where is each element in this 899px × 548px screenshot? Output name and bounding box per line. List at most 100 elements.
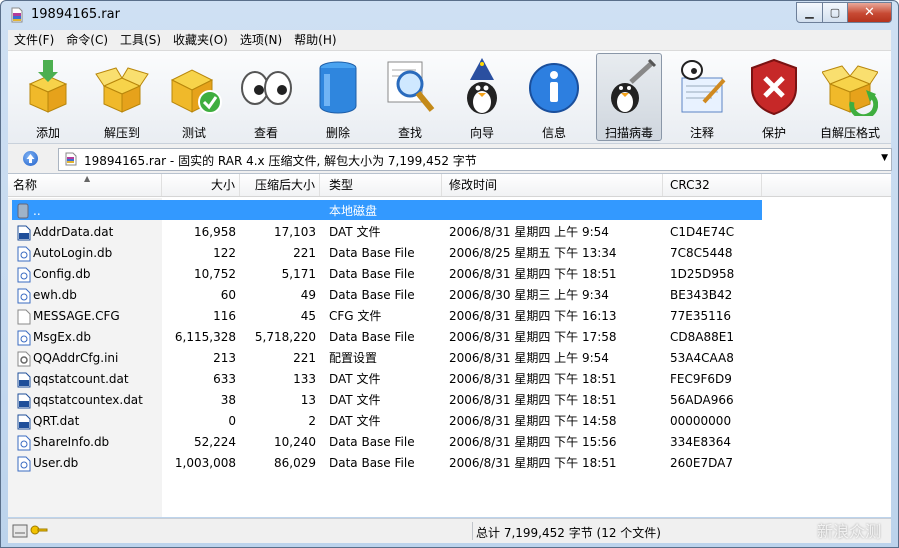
virus-scan-icon: [611, 58, 657, 113]
file-size: 10,752: [194, 267, 236, 281]
menu-file[interactable]: 文件(F): [8, 30, 60, 50]
file-type: Data Base File: [329, 330, 415, 344]
extract-to-icon: [95, 67, 149, 113]
dat-file-icon: [17, 393, 31, 412]
column-crc32[interactable]: CRC32: [663, 174, 762, 196]
file-modified: 2006/8/31 星期四 上午 9:54: [449, 351, 609, 365]
column-size[interactable]: 大小: [162, 174, 240, 196]
key-icon[interactable]: [30, 524, 48, 536]
delete-button[interactable]: 删除: [306, 54, 370, 140]
table-row[interactable]: qqstatcount.dat 633 133 DAT 文件 2006/8/31 星期四…: [8, 369, 891, 390]
delete-icon: [319, 61, 357, 114]
file-type: CFG 文件: [329, 309, 382, 323]
file-size: 633: [213, 372, 236, 386]
file-modified: 2006/8/31 星期四 下午 17:58: [449, 330, 617, 344]
wizard-button[interactable]: 向导: [450, 54, 514, 140]
table-row[interactable]: ewh.db 60 49 Data Base File 2006/8/30 星期三 上午…: [8, 285, 891, 306]
address-bar: 19894165.rar - 固实的 RAR 4.x 压缩文件, 解包大小为 7…: [8, 144, 892, 174]
table-row[interactable]: qqstatcountex.dat 38 13 DAT 文件 2006/8/31 星期四…: [8, 390, 891, 411]
file-list: 名称 ▲ 大小 压缩后大小 类型 修改时间 CRC32 .. 本地磁盘 Addr…: [8, 174, 891, 517]
test-button[interactable]: 测试: [162, 54, 226, 140]
menu-favorites[interactable]: 收藏夹(O): [167, 30, 234, 50]
file-packed-size: 5,718,220: [254, 330, 316, 344]
title-bar[interactable]: 19894165.rar ▁ ▢ ✕: [1, 1, 898, 29]
close-button[interactable]: ✕: [848, 2, 892, 23]
file-crc32: 00000000: [670, 414, 732, 428]
winrar-window: 19894165.rar ▁ ▢ ✕ 文件(F) 命令(C) 工具(S) 收藏夹…: [0, 0, 899, 548]
table-row[interactable]: AddrData.dat 16,958 17,103 DAT 文件 2006/8/31 …: [8, 222, 891, 243]
db-file-icon: [17, 288, 31, 307]
table-row[interactable]: QRT.dat 0 2 DAT 文件 2006/8/31 星期四 下午 14:58 000…: [8, 411, 891, 432]
file-size: 1,003,008: [174, 456, 236, 470]
menu-bar: 文件(F) 命令(C) 工具(S) 收藏夹(O) 选项(N) 帮助(H): [8, 30, 891, 51]
file-size: 0: [228, 414, 236, 428]
drive-status-icon[interactable]: [12, 523, 28, 539]
settings-file-icon: [17, 351, 31, 370]
dat-file-icon: [17, 372, 31, 391]
column-modified-label: 修改时间: [449, 178, 498, 192]
parent-folder-row[interactable]: .. 本地磁盘: [8, 201, 891, 222]
delete-label: 删除: [325, 126, 350, 140]
up-arrow-icon[interactable]: [23, 151, 38, 166]
column-name-label: 名称: [13, 178, 38, 192]
table-row[interactable]: User.db 1,003,008 86,029 Data Base File 2006…: [8, 453, 891, 474]
table-row[interactable]: ShareInfo.db 52,224 10,240 Data Base File 20…: [8, 432, 891, 453]
extract-to-label: 解压到: [103, 126, 140, 140]
file-modified: 2006/8/30 星期三 上午 9:34: [449, 288, 609, 302]
info-button[interactable]: 信息: [522, 54, 586, 140]
sfx-icon: [822, 65, 878, 116]
file-name: ShareInfo.db: [33, 435, 110, 449]
file-type: 配置设置: [329, 351, 378, 365]
file-crc32: 56ADA966: [670, 393, 734, 407]
db-file-icon: [17, 330, 31, 349]
column-type[interactable]: 类型: [320, 174, 442, 196]
file-packed-size: 2: [308, 414, 316, 428]
file-packed-size: 45: [300, 309, 316, 323]
file-modified: 2006/8/31 星期四 下午 18:51: [449, 267, 617, 281]
file-packed-size: 10,240: [274, 435, 316, 449]
dat-file-icon: [17, 225, 31, 244]
menu-help[interactable]: 帮助(H): [288, 30, 342, 50]
file-name: AddrData.dat: [33, 225, 114, 239]
virus-scan-button[interactable]: 扫描病毒: [596, 53, 662, 141]
column-name[interactable]: 名称 ▲: [8, 174, 162, 196]
menu-options[interactable]: 选项(N): [234, 30, 288, 50]
menu-tools[interactable]: 工具(S): [114, 30, 167, 50]
find-button[interactable]: 查找: [378, 54, 442, 140]
extract-to-button[interactable]: 解压到: [90, 54, 154, 140]
protect-button[interactable]: 保护: [742, 54, 806, 140]
dat-file-icon: [17, 414, 31, 433]
path-field[interactable]: 19894165.rar - 固实的 RAR 4.x 压缩文件, 解包大小为 7…: [58, 148, 892, 171]
comment-button[interactable]: 注释: [670, 54, 734, 140]
file-type: DAT 文件: [329, 414, 381, 428]
view-button[interactable]: 查看: [234, 54, 298, 140]
file-name: QQAddrCfg.ini: [33, 351, 119, 365]
path-text: 19894165.rar - 固实的 RAR 4.x 压缩文件, 解包大小为 7…: [84, 154, 477, 168]
file-packed-size: 221: [293, 246, 316, 260]
parent-folder-type: 本地磁盘: [329, 204, 378, 218]
minimize-button[interactable]: ▁: [796, 2, 823, 23]
file-type: Data Base File: [329, 456, 415, 470]
file-packed-size: 5,171: [281, 267, 316, 281]
maximize-button[interactable]: ▢: [823, 2, 848, 23]
file-name: qqstatcount.dat: [33, 372, 129, 386]
column-modified[interactable]: 修改时间: [442, 174, 663, 196]
rar-archive-icon: [11, 7, 23, 23]
table-row[interactable]: AutoLogin.db 122 221 Data Base File 2006/8/2…: [8, 243, 891, 264]
file-name: QRT.dat: [33, 414, 80, 428]
column-packed[interactable]: 压缩后大小: [240, 174, 320, 196]
sfx-button[interactable]: 自解压格式: [814, 54, 886, 140]
menu-commands[interactable]: 命令(C): [60, 30, 114, 50]
add-button[interactable]: 添加: [16, 54, 80, 140]
file-name: Config.db: [33, 267, 91, 281]
table-row[interactable]: QQAddrCfg.ini 213 221 配置设置 2006/8/31 星期四 上午 …: [8, 348, 891, 369]
table-row[interactable]: MESSAGE.CFG 116 45 CFG 文件 2006/8/31 星期四 下午 1…: [8, 306, 891, 327]
file-crc32: 334E8364: [670, 435, 732, 449]
file-name: MsgEx.db: [33, 330, 91, 344]
table-row[interactable]: MsgEx.db 6,115,328 5,718,220 Data Base File…: [8, 327, 891, 348]
file-size: 213: [213, 351, 236, 365]
dropdown-arrow-icon[interactable]: ▼: [881, 153, 888, 163]
table-row[interactable]: Config.db 10,752 5,171 Data Base File 2006/8…: [8, 264, 891, 285]
file-name: User.db: [33, 456, 79, 470]
file-type: Data Base File: [329, 435, 415, 449]
